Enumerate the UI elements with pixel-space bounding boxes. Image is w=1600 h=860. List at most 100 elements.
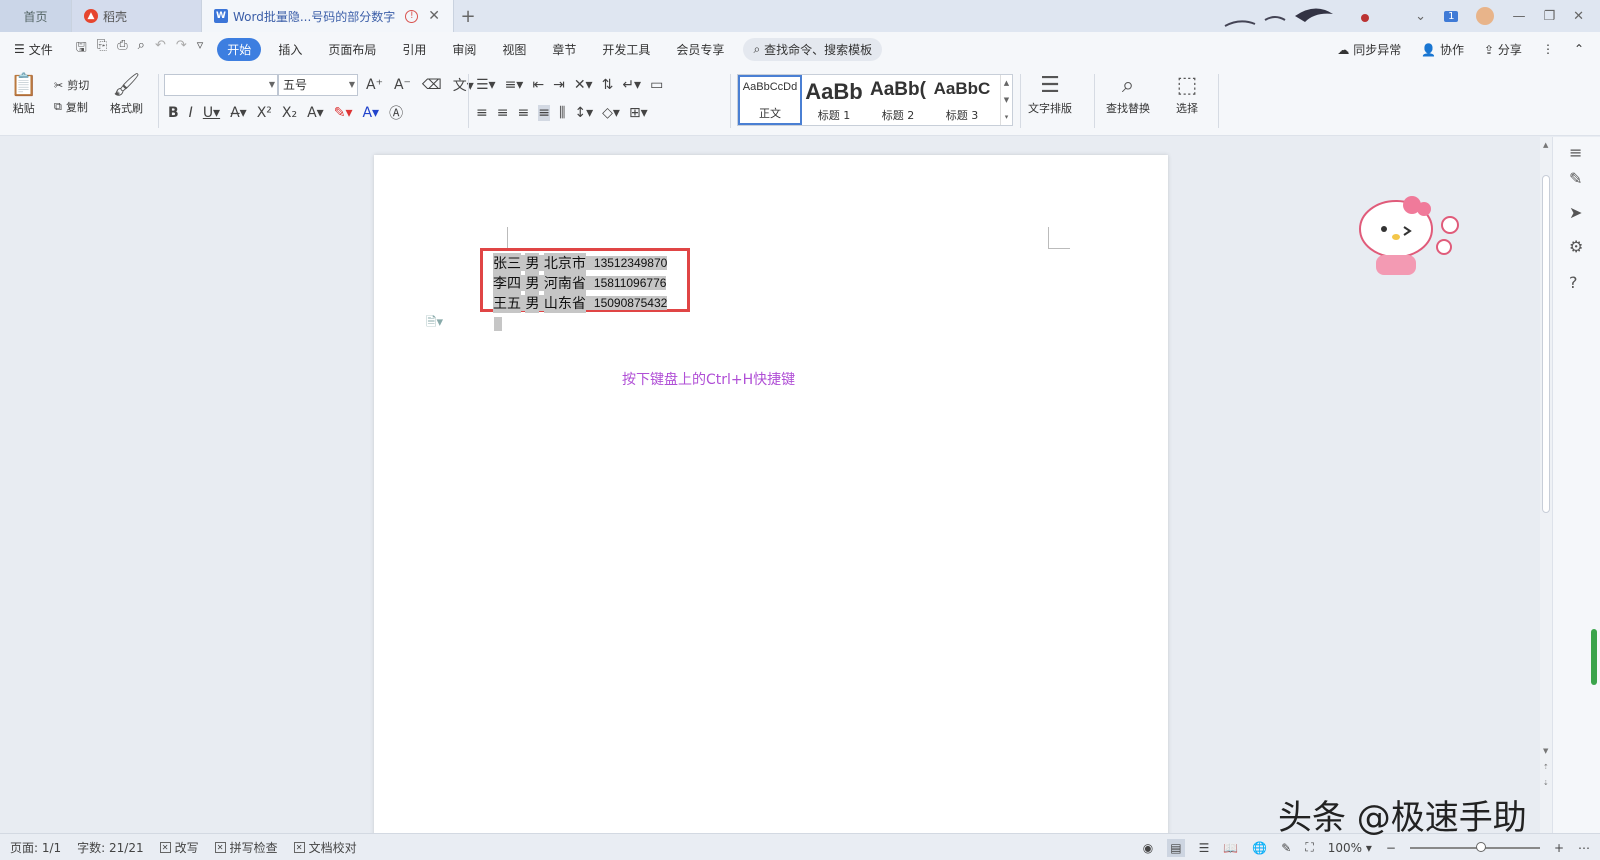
font-name-select[interactable]: ▼	[164, 74, 278, 96]
fit-page-icon[interactable]: ⛶	[1305, 840, 1313, 855]
phonetic-icon[interactable]: 文▾	[453, 75, 474, 95]
style-heading-3[interactable]: AaBbC 标题 3	[930, 75, 994, 125]
proofread-toggle[interactable]: ✕ 文档校对	[293, 839, 357, 856]
zoom-in-icon[interactable]: +	[1554, 841, 1564, 855]
vertical-scrollbar[interactable]: ▲ ▼ ⇡ ⇣	[1540, 137, 1552, 833]
tab-document[interactable]: W Word批量隐...号码的部分数字 ! ✕	[202, 0, 454, 32]
page-view-icon[interactable]: ▤	[1167, 838, 1185, 857]
align-center-icon[interactable]: ≡	[497, 105, 509, 121]
undo-icon[interactable]: ↶	[155, 38, 166, 60]
file-menu[interactable]: ☰ 文件	[10, 41, 66, 58]
distributed-icon[interactable]: ⫼	[559, 105, 565, 121]
zoom-out-icon[interactable]: −	[1386, 841, 1396, 855]
underline-icon[interactable]: U▾	[203, 105, 220, 121]
text-line[interactable]: 张三 男 北京市 13512349870	[493, 253, 683, 273]
pointer-icon[interactable]: ➤	[1569, 203, 1582, 222]
selected-text-block[interactable]: 张三 男 北京市 13512349870 李四 男 河南省 15811096776 …	[480, 248, 690, 313]
pen-icon[interactable]: ✎	[1569, 169, 1582, 188]
menu-review[interactable]: 审阅	[439, 41, 489, 58]
style-gallery-scroll[interactable]: ▲ ▼ ▾	[1000, 75, 1012, 125]
align-left-icon[interactable]: ≡	[476, 105, 488, 121]
strikethrough-icon[interactable]: A̶▾	[230, 105, 247, 121]
highlight-icon[interactable]: ✎▾	[334, 105, 353, 121]
preview-icon[interactable]: ⌕	[138, 38, 145, 60]
next-page-icon[interactable]: ⇣	[1543, 779, 1549, 787]
align-right-icon[interactable]: ≡	[517, 105, 529, 121]
more-icon[interactable]: ⋯	[1578, 841, 1590, 855]
avatar[interactable]	[1476, 7, 1495, 25]
format-painter-button[interactable]: 🖌 格式刷	[110, 72, 143, 116]
web-view-icon[interactable]: 🌐	[1252, 841, 1267, 855]
revise-toggle[interactable]: ✕ 改写	[159, 839, 199, 856]
help-icon[interactable]: ?	[1569, 273, 1578, 292]
numbering-icon[interactable]: ≡▾	[505, 77, 524, 93]
shrink-font-icon[interactable]: A⁻	[394, 77, 411, 93]
decrease-indent-icon[interactable]: ⇤	[532, 77, 544, 93]
copy-button[interactable]: ⧉ 复制	[54, 96, 89, 118]
find-replace-button[interactable]: ⌕ 查找替换	[1106, 72, 1150, 116]
scrollbar-thumb[interactable]	[1542, 175, 1550, 513]
write-view-icon[interactable]: ✎	[1281, 841, 1291, 855]
tab-home[interactable]: 首页	[0, 0, 72, 32]
menu-member[interactable]: 会员专享	[663, 41, 737, 58]
font-color-icon[interactable]: A▾	[362, 105, 379, 121]
minimize-icon[interactable]: —	[1512, 9, 1525, 24]
show-marks-icon[interactable]: ↵▾	[622, 77, 641, 93]
page-indicator[interactable]: 页面: 1/1	[10, 839, 61, 856]
char-border-icon[interactable]: Ⓐ	[389, 103, 403, 123]
bullets-icon[interactable]: ☰▾	[476, 77, 496, 93]
menu-page-layout[interactable]: 页面布局	[315, 41, 389, 58]
word-count[interactable]: 字数: 21/21	[77, 839, 143, 856]
italic-icon[interactable]: I	[189, 105, 193, 121]
menu-start[interactable]: 开始	[217, 37, 262, 61]
superscript-icon[interactable]: X²	[257, 105, 272, 121]
document-page[interactable]: 张三 男 北京市 13512349870 李四 男 河南省 15811096776 …	[374, 155, 1168, 845]
chevron-up-icon[interactable]: ▲	[1004, 79, 1009, 87]
close-window-icon[interactable]: ✕	[1573, 9, 1584, 24]
clear-format-icon[interactable]: ⌫	[422, 77, 442, 93]
menu-references[interactable]: 引用	[389, 41, 439, 58]
collapse-ribbon-icon[interactable]: ⌃	[1574, 42, 1584, 56]
expand-icon[interactable]: ▾	[1005, 113, 1009, 121]
line-spacing-icon[interactable]: ↕▾	[574, 105, 593, 121]
text-line[interactable]: 王五 男 山东省 15090875432	[493, 293, 683, 313]
chevron-down-icon[interactable]: ⌄	[1415, 9, 1426, 24]
panel-menu-icon[interactable]: ≡	[1569, 143, 1582, 162]
scroll-down-icon[interactable]: ▼	[1543, 747, 1548, 755]
chinese-layout-icon[interactable]: ✕▾	[574, 77, 593, 93]
justify-icon[interactable]: ≡	[538, 105, 550, 121]
share-button[interactable]: ⇪ 分享	[1484, 41, 1522, 58]
more-icon[interactable]: ⋮	[1542, 42, 1554, 56]
zoom-level[interactable]: 100% ▾	[1328, 841, 1372, 855]
style-heading-2[interactable]: AaBb( 标题 2	[866, 75, 930, 125]
command-search[interactable]: ⌕ 查找命令、搜索模板	[743, 37, 883, 61]
export-icon[interactable]: ⎘	[97, 38, 107, 60]
grow-font-icon[interactable]: A⁺	[366, 77, 383, 93]
style-heading-1[interactable]: AaBb 标题 1	[802, 75, 866, 125]
prev-page-icon[interactable]: ⇡	[1543, 763, 1549, 771]
settings-sliders-icon[interactable]: ⚙	[1569, 237, 1583, 256]
text-line[interactable]: 李四 男 河南省 15811096776	[493, 273, 683, 293]
chevron-down-icon[interactable]: ▼	[1004, 96, 1009, 104]
print-icon[interactable]: ⎙	[117, 38, 127, 60]
select-button[interactable]: ⬚ 选择	[1176, 72, 1198, 116]
notification-badge[interactable]: 1	[1444, 10, 1459, 22]
restore-icon[interactable]: ❐	[1543, 9, 1555, 24]
zoom-slider-knob[interactable]	[1475, 841, 1486, 852]
scroll-up-icon[interactable]: ▲	[1543, 141, 1548, 149]
font-size-select[interactable]: 五号 ▼	[278, 74, 358, 96]
spell-check-toggle[interactable]: ✕ 拼写检查	[214, 839, 278, 856]
tab-daoke[interactable]: ▲ 稻壳	[72, 0, 202, 32]
redo-icon[interactable]: ↷	[176, 38, 187, 60]
table-icon[interactable]: ▭	[650, 77, 663, 93]
eye-icon[interactable]: ◉	[1143, 841, 1153, 855]
shading-icon[interactable]: ◇▾	[602, 105, 620, 121]
text-layout-button[interactable]: ☰ 文字排版	[1028, 72, 1072, 116]
bold-icon[interactable]: B	[168, 105, 179, 121]
reading-view-icon[interactable]: 📖	[1223, 841, 1238, 855]
menu-insert[interactable]: 插入	[265, 41, 315, 58]
zoom-slider[interactable]	[1409, 841, 1540, 852]
menu-view[interactable]: 视图	[489, 41, 539, 58]
customize-icon[interactable]: ▿	[197, 38, 204, 60]
outline-view-icon[interactable]: ☰	[1199, 841, 1210, 855]
